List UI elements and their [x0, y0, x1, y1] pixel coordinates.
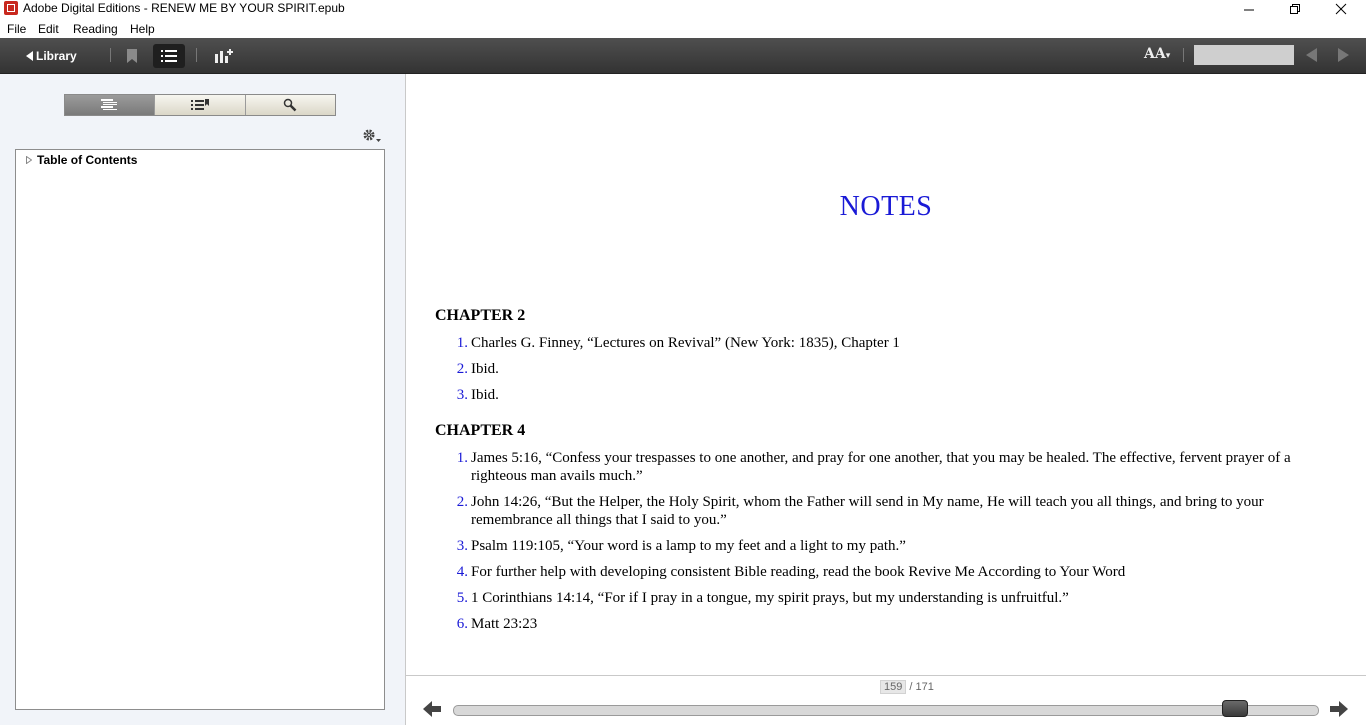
triangle-left-icon	[1306, 48, 1317, 62]
menu-edit[interactable]: Edit	[38, 22, 59, 36]
reading-pane: NOTES CHAPTER 2 1. Charles G. Finney, “L…	[406, 74, 1366, 674]
app-icon	[4, 1, 18, 15]
note-text: Psalm 119:105, “Your word is a lamp to m…	[471, 538, 906, 554]
next-page-arrow[interactable]	[1330, 701, 1348, 722]
toolbar-divider	[196, 48, 197, 62]
note-number: 4.	[456, 564, 468, 580]
page-indicator: 159 / 171	[880, 680, 934, 694]
note-number: 2.	[456, 494, 468, 510]
chapter-heading: CHAPTER 4	[435, 422, 526, 439]
toc-root-item[interactable]: Table of Contents	[37, 153, 137, 167]
bookmark-icon	[127, 49, 137, 63]
menu-file[interactable]: File	[7, 22, 26, 36]
total-pages: / 171	[909, 681, 934, 693]
arrow-right-icon	[1330, 701, 1348, 717]
note-item: 5. 1 Corinthians 14:14, “For if I pray i…	[456, 589, 1306, 607]
note-text: For further help with developing consist…	[471, 564, 1126, 580]
close-button[interactable]	[1318, 0, 1364, 18]
note-number: 1.	[456, 335, 468, 351]
page-title: NOTES	[839, 191, 933, 222]
sidebar: Table of Contents	[0, 74, 406, 725]
page-slider[interactable]	[453, 705, 1319, 716]
search-view-tab[interactable]	[245, 95, 335, 115]
note-text: John 14:26, “But the Helper, the Holy Sp…	[471, 494, 1264, 528]
list-icon	[161, 50, 177, 62]
note-number: 1.	[456, 450, 468, 466]
font-size-label: AA	[1144, 46, 1166, 62]
minimize-button[interactable]	[1226, 0, 1272, 18]
note-item: 6. Matt 23:23	[456, 615, 1306, 633]
bar-chart-add-icon	[215, 49, 233, 63]
page-search-input[interactable]	[1194, 45, 1294, 65]
note-number: 6.	[456, 616, 468, 632]
gear-icon	[363, 129, 381, 142]
note-item: 4. For further help with developing cons…	[456, 563, 1306, 581]
note-text: James 5:16, “Confess your trespasses to …	[471, 450, 1291, 484]
toc-list-icon	[100, 99, 117, 110]
note-number: 2.	[456, 361, 468, 377]
menu-help[interactable]: Help	[130, 22, 155, 36]
note-text: Ibid.	[471, 361, 499, 377]
bookmarks-view-tab[interactable]	[155, 95, 246, 115]
library-button[interactable]: Library	[26, 47, 77, 65]
add-to-bar-button[interactable]	[208, 44, 240, 68]
note-number: 3.	[456, 387, 468, 403]
current-page-field[interactable]: 159	[880, 680, 907, 694]
triangle-right-icon	[1338, 48, 1349, 62]
note-text: Matt 23:23	[471, 616, 538, 632]
page-slider-thumb[interactable]	[1221, 700, 1248, 717]
note-item: 2. John 14:26, “But the Helper, the Holy…	[456, 493, 1306, 529]
note-text: 1 Corinthians 14:14, “For if I pray in a…	[471, 590, 1069, 606]
list-view-button[interactable]	[153, 44, 185, 68]
expand-triangle-icon[interactable]	[26, 156, 32, 164]
note-item: 1. James 5:16, “Confess your trespasses …	[456, 449, 1306, 485]
dropdown-icon: ▾	[1165, 51, 1171, 61]
note-number: 5.	[456, 590, 468, 606]
bookmark-list-icon	[190, 99, 209, 110]
bookmark-button[interactable]	[116, 44, 148, 68]
note-item: 2. Ibid.	[456, 360, 1306, 378]
font-size-button[interactable]: AA▾	[1144, 46, 1170, 62]
search-icon	[284, 98, 297, 112]
menu-reading[interactable]: Reading	[73, 22, 118, 36]
settings-button[interactable]	[362, 128, 382, 149]
next-page-button[interactable]	[1338, 48, 1349, 67]
note-item: 1. Charles G. Finney, “Lectures on Reviv…	[456, 334, 1306, 352]
toc-view-tab[interactable]	[65, 95, 156, 115]
note-number: 3.	[456, 538, 468, 554]
chapter-heading: CHAPTER 2	[435, 307, 526, 324]
menu-bar: File Edit Reading Help	[0, 19, 1366, 38]
note-item: 3. Ibid.	[456, 386, 1306, 404]
toolbar: Library AA▾	[0, 38, 1366, 74]
sidebar-view-switcher	[64, 94, 336, 116]
library-label: Library	[36, 49, 77, 63]
previous-page-button[interactable]	[1306, 48, 1317, 67]
restore-icon	[1290, 4, 1300, 14]
close-icon	[1335, 3, 1347, 15]
page-navigation-bar: 159 / 171	[406, 675, 1366, 726]
toolbar-divider	[110, 48, 111, 62]
back-triangle-icon	[26, 51, 33, 61]
minimize-icon	[1244, 9, 1254, 11]
toc-panel: Table of Contents	[15, 149, 385, 710]
previous-page-arrow[interactable]	[423, 701, 441, 722]
window-title: Adobe Digital Editions - RENEW ME BY YOU…	[23, 1, 345, 15]
title-bar: Adobe Digital Editions - RENEW ME BY YOU…	[0, 0, 1366, 19]
note-text: Ibid.	[471, 387, 499, 403]
arrow-left-icon	[423, 701, 441, 717]
restore-button[interactable]	[1272, 0, 1318, 18]
note-item: 3. Psalm 119:105, “Your word is a lamp t…	[456, 537, 1306, 555]
note-text: Charles G. Finney, “Lectures on Revival”…	[471, 335, 900, 351]
toolbar-divider	[1183, 48, 1184, 62]
